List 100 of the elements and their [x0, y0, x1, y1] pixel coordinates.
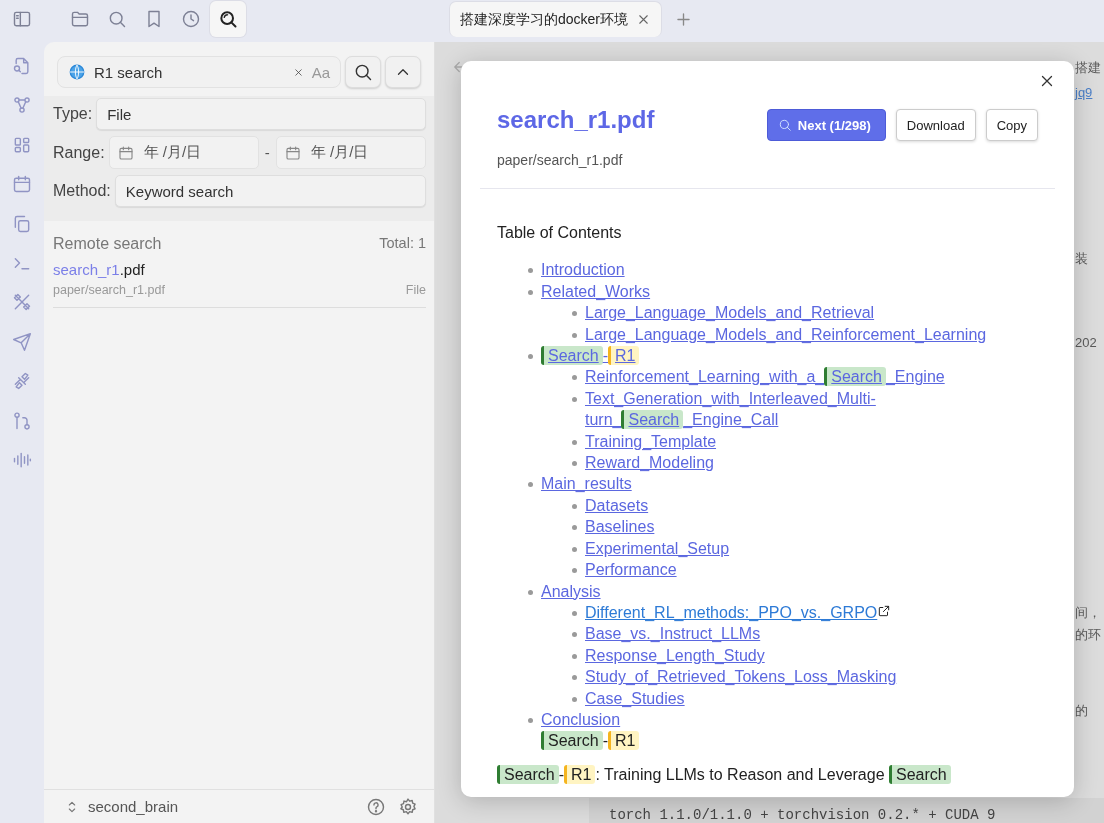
toc-link[interactable]: Response_Length_Study — [585, 644, 765, 667]
list-bullet — [572, 675, 577, 681]
match-highlight: R1 — [608, 731, 640, 751]
calendar-icon — [117, 144, 134, 161]
toc-link[interactable]: Performance — [585, 559, 677, 581]
toc-link[interactable]: Large_Language_Models_and_Reinforcement_Learning — [585, 323, 987, 346]
match-highlight: Search — [541, 731, 603, 751]
match-highlight: Search — [621, 410, 684, 430]
search-button[interactable] — [345, 56, 381, 88]
clock-icon — [181, 9, 201, 29]
toc-link[interactable]: Different_RL_methods:_PPO_vs._GRPO — [585, 601, 878, 624]
toc-link[interactable]: Study_of_Retrieved_Tokens_Loss_Masking — [585, 666, 897, 688]
match-highlight: Search — [497, 764, 559, 784]
list-bullet — [572, 525, 577, 531]
toc-link[interactable]: Main_results — [541, 473, 632, 495]
filter-label: Range: — [53, 143, 105, 162]
toc-link[interactable]: Analysis — [541, 580, 601, 602]
date-placeholder: 年 /月/日 — [143, 143, 202, 162]
list-bullet — [528, 589, 533, 595]
send-icon[interactable] — [12, 331, 32, 352]
note-text: 间， — [1075, 604, 1101, 622]
match-highlight: Search — [541, 346, 603, 366]
note-text: 装 — [1075, 250, 1089, 268]
document-search-icon[interactable] — [12, 56, 32, 76]
toc-heading: Table of Contents — [497, 223, 623, 243]
list-bullet — [528, 354, 533, 360]
vault-name[interactable]: second_brain — [88, 798, 358, 815]
list-bullet — [528, 482, 533, 488]
list-bullet — [572, 461, 577, 467]
toc-link[interactable]: Case_Studies — [585, 687, 685, 709]
result-type: File — [405, 283, 426, 297]
list-bullet — [572, 568, 577, 574]
list-bullet — [528, 268, 533, 274]
match-case-toggle[interactable]: Aa — [311, 63, 330, 81]
globe-icon — [68, 63, 86, 81]
magnifier-icon — [218, 9, 238, 29]
search-icon — [777, 118, 792, 132]
calendar-icon — [284, 144, 301, 161]
toc-link[interactable]: Introduction — [541, 259, 625, 281]
range-separator: - — [263, 144, 271, 161]
note-text: 的环 — [1075, 626, 1101, 644]
next-button[interactable]: Next (1/298) — [766, 109, 886, 141]
match-highlight: Search — [889, 764, 951, 784]
toc-link[interactable]: Related_Works — [541, 280, 651, 303]
toc-link[interactable]: Baselines — [585, 516, 655, 538]
action-button[interactable]: Download — [895, 109, 976, 141]
results-total: Total: 1 — [379, 235, 426, 253]
toc-link[interactable]: Experimental_Setup — [585, 537, 730, 560]
list-bullet — [572, 653, 577, 659]
clear-icon[interactable] — [292, 66, 304, 78]
search-icon — [107, 9, 127, 29]
code-block: torch 1.1.0/1.1.0 + torchvision 0.2.* + CUDA 9 — [589, 798, 1104, 823]
date-field[interactable]: 年 /月/日 — [108, 136, 259, 169]
editor-tab[interactable]: 搭建深度学习的docker环境 — [449, 1, 663, 37]
list-bullet — [572, 439, 577, 445]
note-text: 202 — [1075, 335, 1098, 350]
list-bullet — [572, 503, 577, 509]
date-field[interactable]: 年 /月/日 — [275, 136, 426, 169]
document-heading: Search - R1 : Training LLMs to Reason and Leverage Search — [497, 764, 951, 784]
toc-link[interactable]: Large_Language_Models_and_Retrieval — [585, 302, 875, 324]
action-button[interactable]: Copy — [985, 109, 1038, 141]
list-bullet — [572, 696, 577, 702]
list-bullet — [572, 396, 577, 402]
section-title: Search - R1 — [541, 731, 640, 751]
search-field[interactable]: R1 search Aa — [57, 56, 341, 88]
help-icon[interactable] — [366, 796, 386, 817]
result-title[interactable]: search_r1.pdf — [53, 261, 145, 278]
toc-link[interactable]: Training_Template — [585, 430, 717, 453]
graph-icon[interactable] — [12, 95, 32, 116]
dialog-title: search_r1.pdf — [497, 106, 656, 134]
tools-icon[interactable] — [12, 292, 32, 313]
filter-label: Type: — [53, 105, 93, 123]
result-path: paper/search_r1.pdf — [53, 283, 165, 297]
copy-icon[interactable] — [12, 213, 32, 234]
sidebar-tab[interactable] — [210, 1, 246, 37]
calendar-icon[interactable] — [12, 174, 32, 195]
list-bullet — [572, 632, 577, 638]
note-link[interactable]: jq9 — [1075, 85, 1101, 100]
branch-icon[interactable] — [12, 410, 32, 431]
toc-link[interactable]: Base_vs._Instruct_LLMs — [585, 623, 761, 645]
method-select[interactable]: Keyword search — [114, 175, 426, 207]
note-text: 的 — [1075, 702, 1089, 720]
toc-link[interactable]: Reward_Modeling — [585, 452, 714, 474]
type-select[interactable]: File — [96, 98, 426, 130]
settings-icon[interactable] — [398, 796, 418, 817]
match-highlight: R1 — [564, 764, 596, 784]
list-bullet — [572, 610, 577, 616]
dialog-path: paper/search_r1.pdf — [497, 152, 624, 168]
list-bullet — [572, 375, 577, 381]
toc-link[interactable]: Search - R1 — [541, 345, 640, 367]
filter-label: Method: — [53, 182, 111, 200]
list-bullet — [572, 311, 577, 317]
list-bullet — [528, 289, 533, 295]
date-placeholder: 年 /月/日 — [310, 143, 369, 162]
toc-link[interactable]: Datasets — [585, 494, 649, 517]
toc-link[interactable]: Conclusion — [541, 708, 621, 731]
folder-icon — [70, 9, 90, 29]
list-bullet — [528, 717, 533, 723]
results-heading: Remote search — [53, 235, 162, 253]
match-highlight: R1 — [608, 346, 640, 366]
